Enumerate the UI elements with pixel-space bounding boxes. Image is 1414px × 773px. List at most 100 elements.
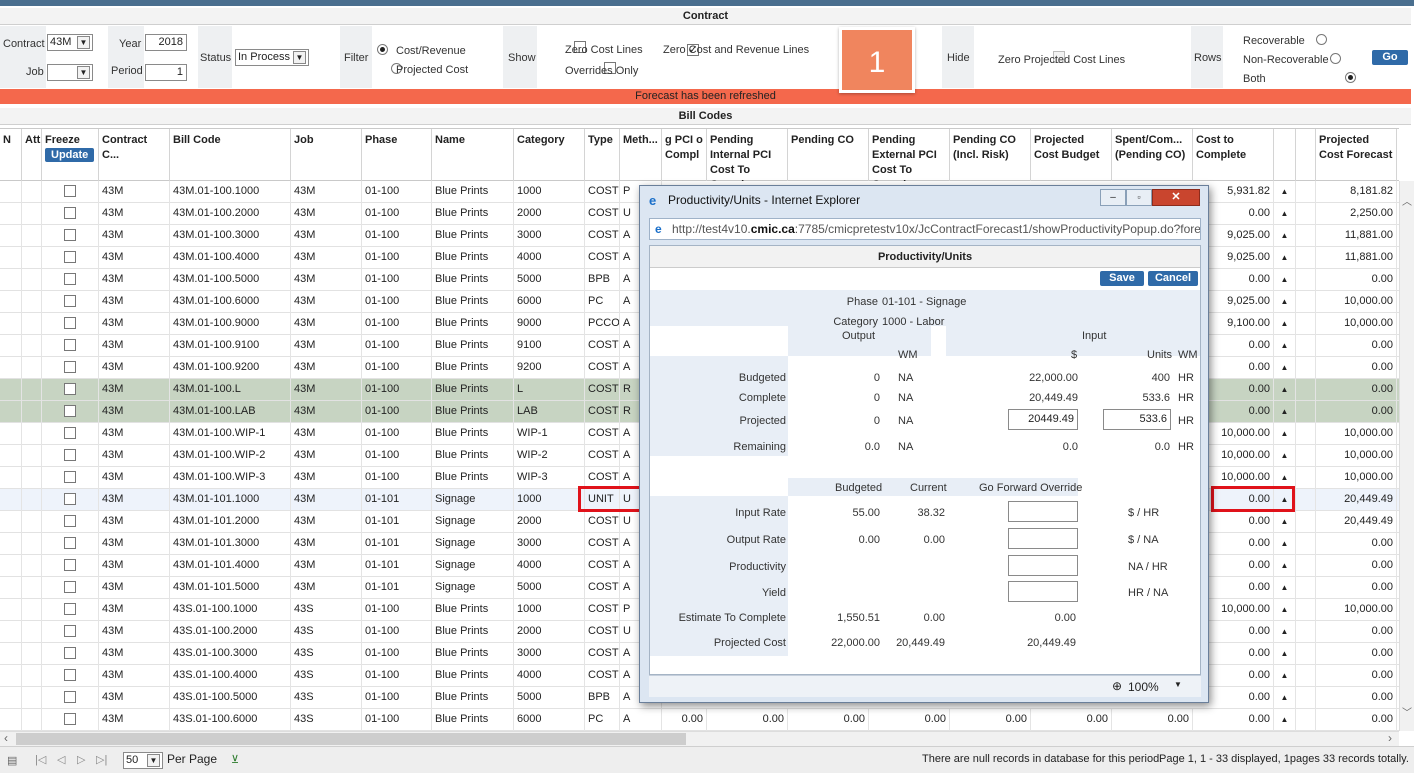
triangle-up-icon[interactable]: ▲: [1274, 511, 1296, 533]
freeze-checkbox[interactable]: [64, 295, 76, 307]
triangle-up-icon[interactable]: ▲: [1274, 643, 1296, 665]
maximize-icon[interactable]: ▫: [1126, 189, 1152, 206]
vertical-scrollbar[interactable]: ︿ ﹀: [1399, 181, 1414, 731]
freeze-checkbox[interactable]: [64, 427, 76, 439]
freeze-checkbox[interactable]: [64, 647, 76, 659]
go-forward-override-input[interactable]: [1008, 528, 1078, 549]
contract-select[interactable]: 43M ▼: [47, 34, 93, 51]
col-header-spent-committed[interactable]: Spent/Com... (Pending CO): [1112, 129, 1193, 181]
period-input[interactable]: 1: [145, 64, 187, 81]
col-header-n[interactable]: N: [0, 129, 22, 181]
next-page-icon[interactable]: ▷: [77, 753, 85, 766]
triangle-up-icon[interactable]: ▲: [1274, 291, 1296, 313]
status-select[interactable]: In Process ▼: [235, 49, 309, 66]
prev-page-icon[interactable]: ◁: [57, 753, 65, 766]
col-header-bill-code[interactable]: Bill Code: [170, 129, 291, 181]
projected-dollar-input[interactable]: 20449.49: [1008, 409, 1078, 430]
filter-cost-revenue-radio[interactable]: [377, 44, 388, 55]
zoom-icon[interactable]: ⊕: [1112, 679, 1122, 693]
triangle-up-icon[interactable]: ▲: [1274, 423, 1296, 445]
freeze-checkbox[interactable]: [64, 625, 76, 637]
save-button[interactable]: Save: [1100, 271, 1144, 286]
freeze-checkbox[interactable]: [64, 449, 76, 461]
col-header-category[interactable]: Category: [514, 129, 585, 181]
triangle-up-icon[interactable]: ▲: [1274, 313, 1296, 335]
freeze-checkbox[interactable]: [64, 493, 76, 505]
horizontal-scrollbar[interactable]: ‹ ›: [0, 731, 1399, 746]
freeze-checkbox[interactable]: [64, 339, 76, 351]
freeze-checkbox[interactable]: [64, 229, 76, 241]
col-header-att[interactable]: Att: [22, 129, 42, 181]
zoom-level[interactable]: 100%: [1128, 680, 1159, 694]
triangle-up-icon[interactable]: ▲: [1274, 709, 1296, 731]
col-header-projected-budget[interactable]: Projected Cost Budget: [1031, 129, 1112, 181]
projected-units-input[interactable]: 533.6: [1103, 409, 1171, 430]
col-header-contract[interactable]: Contract C...: [99, 129, 170, 181]
triangle-up-icon[interactable]: ▲: [1274, 225, 1296, 247]
triangle-up-icon[interactable]: ▲: [1274, 555, 1296, 577]
col-header-cost-to-complete[interactable]: Cost to Complete: [1193, 129, 1274, 181]
triangle-up-icon[interactable]: ▲: [1274, 621, 1296, 643]
triangle-up-icon[interactable]: ▲: [1274, 357, 1296, 379]
close-icon[interactable]: ✕: [1152, 189, 1200, 206]
freeze-checkbox[interactable]: [64, 669, 76, 681]
col-header-freeze[interactable]: Freeze Update: [42, 129, 99, 181]
popup-address-bar[interactable]: e http://test4v10.cmic.ca:7785/cmicprete…: [649, 218, 1201, 240]
freeze-checkbox[interactable]: [64, 273, 76, 285]
freeze-checkbox[interactable]: [64, 713, 76, 725]
cancel-button[interactable]: Cancel: [1148, 271, 1198, 286]
col-header-pending-co[interactable]: Pending CO: [788, 129, 869, 181]
freeze-checkbox[interactable]: [64, 361, 76, 373]
chevron-left-icon[interactable]: ‹: [4, 731, 8, 745]
rows-recoverable-radio[interactable]: [1316, 34, 1328, 45]
freeze-checkbox[interactable]: [64, 383, 76, 395]
col-header-phase[interactable]: Phase: [362, 129, 432, 181]
triangle-up-icon[interactable]: ▲: [1274, 269, 1296, 291]
freeze-checkbox[interactable]: [64, 405, 76, 417]
per-page-select[interactable]: 50 ▼: [123, 752, 163, 769]
col-header-pending-pci[interactable]: g PCI o Compl: [662, 129, 707, 181]
freeze-checkbox[interactable]: [64, 471, 76, 483]
list-icon[interactable]: ▤: [7, 754, 17, 767]
freeze-checkbox[interactable]: [64, 537, 76, 549]
freeze-checkbox[interactable]: [64, 251, 76, 263]
col-header-pending-external[interactable]: Pending External PCI Cost To Compl: [869, 129, 950, 181]
go-forward-override-input[interactable]: [1008, 555, 1078, 576]
freeze-checkbox[interactable]: [64, 603, 76, 615]
job-select[interactable]: ▼: [47, 64, 93, 81]
triangle-up-icon[interactable]: ▲: [1274, 203, 1296, 225]
update-button[interactable]: Update: [45, 148, 95, 162]
col-header-name[interactable]: Name: [432, 129, 514, 181]
minimize-icon[interactable]: ‒: [1100, 189, 1126, 206]
col-header-type[interactable]: Type: [585, 129, 620, 181]
last-page-icon[interactable]: ▷|: [96, 753, 107, 766]
chevron-right-icon[interactable]: ›: [1388, 731, 1392, 745]
go-button[interactable]: Go: [1372, 50, 1408, 65]
freeze-checkbox[interactable]: [64, 691, 76, 703]
go-forward-override-input[interactable]: [1008, 581, 1078, 602]
triangle-up-icon[interactable]: ▲: [1274, 335, 1296, 357]
year-input[interactable]: 2018: [145, 34, 187, 51]
triangle-up-icon[interactable]: ▲: [1274, 401, 1296, 423]
freeze-checkbox[interactable]: [64, 515, 76, 527]
table-row[interactable]: 43M 43S.01-100.6000 43S 01-100 Blue Prints 60…: [0, 709, 1399, 731]
triangle-up-icon[interactable]: ▲: [1274, 247, 1296, 269]
col-header-pending-co-risk[interactable]: Pending CO (Incl. Risk): [950, 129, 1031, 181]
go-forward-override-input[interactable]: [1008, 501, 1078, 522]
freeze-checkbox[interactable]: [64, 185, 76, 197]
triangle-up-icon[interactable]: ▲: [1274, 599, 1296, 621]
triangle-up-icon[interactable]: ▲: [1274, 379, 1296, 401]
col-header-pending-internal[interactable]: Pending Internal PCI Cost To Compl: [707, 129, 788, 181]
freeze-checkbox[interactable]: [64, 317, 76, 329]
freeze-checkbox[interactable]: [64, 207, 76, 219]
triangle-up-icon[interactable]: ▲: [1274, 533, 1296, 555]
col-header-method[interactable]: Meth...: [620, 129, 662, 181]
triangle-up-icon[interactable]: ▲: [1274, 445, 1296, 467]
chevron-down-icon[interactable]: ▼: [1174, 680, 1182, 689]
triangle-up-icon[interactable]: ▲: [1274, 577, 1296, 599]
triangle-up-icon[interactable]: ▲: [1274, 687, 1296, 709]
scroll-thumb[interactable]: [16, 733, 686, 745]
rows-non-recoverable-radio[interactable]: [1330, 53, 1342, 64]
freeze-checkbox[interactable]: [64, 581, 76, 593]
freeze-checkbox[interactable]: [64, 559, 76, 571]
